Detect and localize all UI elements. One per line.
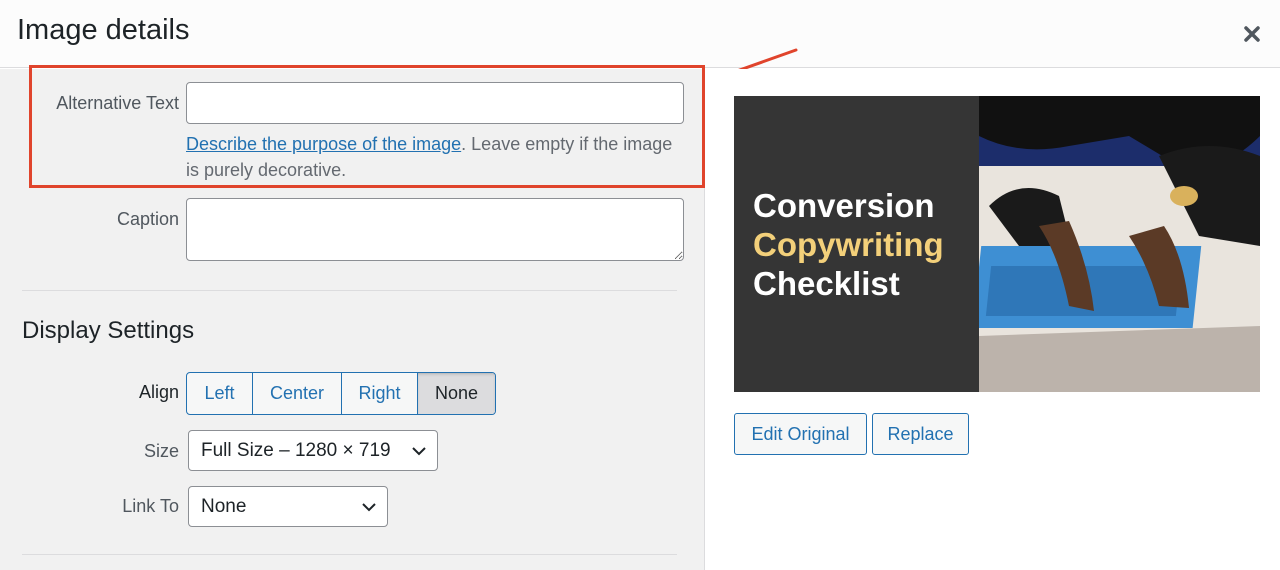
preview-text-area: Conversion Copywriting Checklist [734,96,979,392]
caption-textarea[interactable] [186,198,684,261]
size-label: Size [143,441,179,461]
alt-text-label: Alternative Text [56,93,179,113]
dialog-header: Image details [0,0,1280,68]
display-settings-title: Display Settings [22,317,195,344]
align-button-group: Left Center Right None [186,372,496,415]
align-label: Align [138,382,179,402]
divider [22,290,677,291]
attachment-preview-panel: Conversion Copywriting Checklist Edit Or… [706,69,1280,570]
laptop-photo [979,96,1260,392]
align-left-button[interactable]: Left [187,373,253,414]
edit-original-button[interactable]: Edit Original [734,413,867,455]
preview-line-2: Copywriting [753,226,944,263]
link-to-select-value: None [201,495,247,517]
align-right-button[interactable]: Right [342,373,418,414]
align-center-button[interactable]: Center [253,373,342,414]
size-select-value: Full Size – 1280 × 719 [201,439,391,461]
link-to-select[interactable]: None [188,486,388,527]
preview-line-3: Checklist [753,265,900,302]
caption-label: Caption [116,209,179,229]
replace-button[interactable]: Replace [872,413,969,455]
chevron-down-icon [362,503,376,512]
chevron-down-icon [412,447,426,456]
size-select[interactable]: Full Size – 1280 × 719 [188,430,438,471]
close-icon[interactable] [1238,20,1266,48]
alt-text-input[interactable] [186,82,684,124]
alt-text-help: Describe the purpose of the image. Leave… [186,131,686,183]
image-preview: Conversion Copywriting Checklist [734,96,1260,392]
divider [22,554,677,555]
attachment-settings-panel: Alternative Text Describe the purpose of… [0,65,705,570]
preview-line-1: Conversion [753,187,935,224]
align-none-button[interactable]: None [418,373,495,414]
describe-purpose-link[interactable]: Describe the purpose of the image [186,134,461,154]
dialog-title: Image details [17,14,190,46]
link-to-label: Link To [122,496,179,516]
